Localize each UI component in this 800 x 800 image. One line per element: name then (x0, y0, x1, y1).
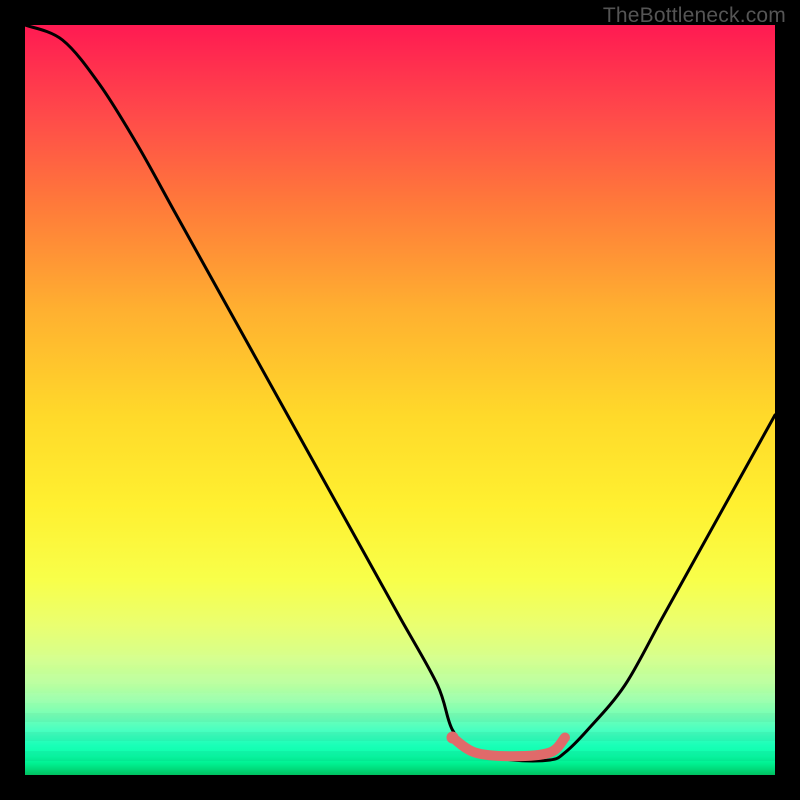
accent-segment (453, 738, 566, 757)
watermark-text: TheBottleneck.com (603, 4, 786, 28)
curve-layer (25, 25, 775, 775)
chart-frame: TheBottleneck.com (0, 0, 800, 800)
accent-point (447, 732, 459, 744)
bottleneck-curve (25, 25, 775, 761)
